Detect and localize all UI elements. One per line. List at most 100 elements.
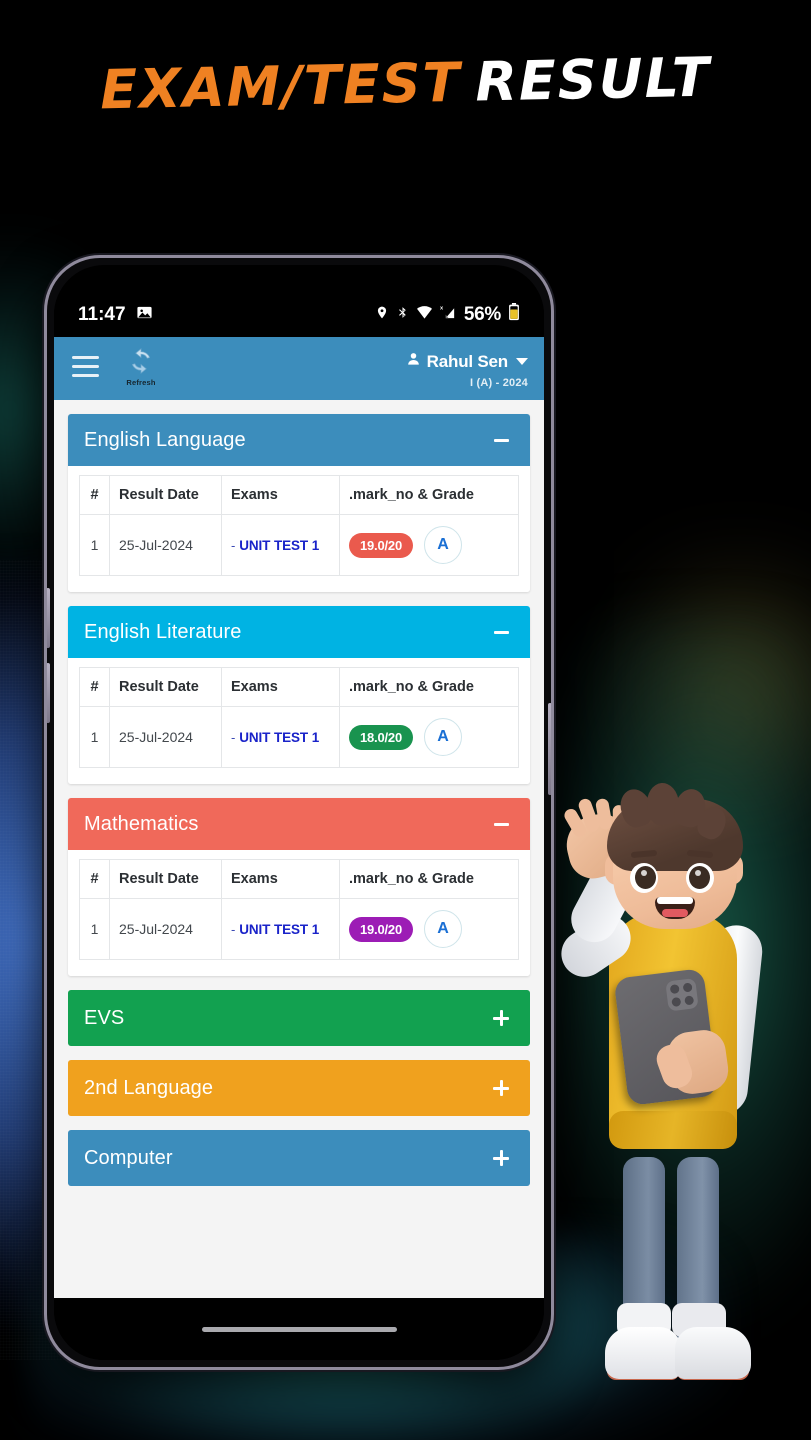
subject-name: Computer: [84, 1146, 173, 1169]
signal-icon: x: [440, 304, 457, 327]
chevron-down-icon[interactable]: [516, 358, 528, 365]
table-header-row: # Result Date Exams .mark_no & Grade: [79, 475, 519, 515]
subject-card: Computer: [68, 1130, 530, 1186]
exam-dash: -: [231, 538, 236, 553]
results-table: # Result Date Exams .mark_no & Grade 1 25-Jul…: [79, 859, 519, 960]
expand-plus-icon[interactable]: [488, 1005, 514, 1031]
subject-card: Mathematics # Result Date Exams .mark_no & G…: [68, 798, 530, 976]
battery-percent: 56%: [463, 304, 501, 325]
column-header: Result Date: [109, 475, 222, 515]
subject-card-body: # Result Date Exams .mark_no & Grade 1 25-Jul…: [68, 466, 530, 592]
subject-name: 2nd Language: [84, 1076, 214, 1099]
character-eye-glint-right: [695, 870, 701, 876]
subject-card-header[interactable]: English Literature: [68, 606, 530, 658]
page-title-part1: EXAM/TEST: [99, 50, 463, 122]
bluetooth-icon: [396, 304, 409, 327]
exam-cell: - UNIT TEST 1: [221, 706, 340, 768]
subject-name: English Language: [84, 428, 246, 451]
mark-badge: 18.0/20: [349, 724, 413, 750]
screenshot-stage: EXAM/TEST RESULT 11:47 x 56% Refresh Rah…: [0, 0, 811, 1440]
battery-icon: [508, 303, 520, 327]
refresh-button[interactable]: Refresh: [119, 347, 163, 387]
subject-name: EVS: [84, 1006, 125, 1029]
row-index: 1: [79, 706, 110, 768]
hamburger-menu-icon[interactable]: [72, 356, 99, 377]
grade-circle: A: [423, 910, 462, 948]
location-icon: [375, 304, 389, 327]
column-header: Result Date: [109, 667, 222, 707]
subject-card-header[interactable]: English Language: [68, 414, 530, 466]
user-menu[interactable]: Rahul Sen I (A) - 2024: [406, 343, 528, 389]
phone-mockup: 11:47 x 56% Refresh Rahul Sen I (A) - 20…: [44, 255, 554, 1370]
subject-card: English Language # Result Date Exams .mark_n…: [68, 414, 530, 592]
collapse-minus-icon[interactable]: [488, 811, 514, 837]
subject-card: English Literature # Result Date Exams .mark…: [68, 606, 530, 784]
wifi-icon: [416, 304, 433, 326]
table-row: 1 25-Jul-2024- UNIT TEST 1 19.0/20 A: [79, 898, 519, 960]
subject-card-header[interactable]: Mathematics: [68, 798, 530, 850]
expand-plus-icon[interactable]: [488, 1075, 514, 1101]
user-name: Rahul Sen: [426, 351, 509, 371]
character-shoe-right: [675, 1327, 751, 1379]
subject-card-header[interactable]: EVS: [68, 990, 530, 1046]
status-bar: 11:47 x 56%: [54, 293, 544, 337]
page-title-part2: RESULT: [474, 45, 712, 114]
exam-dash: -: [231, 730, 236, 745]
table-row: 1 25-Jul-2024- UNIT TEST 1 18.0/20 A: [79, 706, 519, 768]
grade-circle: A: [423, 526, 462, 564]
subject-card: EVS: [68, 990, 530, 1046]
table-header-row: # Result Date Exams .mark_no & Grade: [79, 667, 519, 707]
column-header: Exams: [221, 667, 340, 707]
expand-plus-icon[interactable]: [488, 1145, 514, 1171]
column-header: .mark_no & Grade: [339, 667, 519, 707]
column-header: Result Date: [109, 859, 222, 899]
table-row: 1 25-Jul-2024- UNIT TEST 1 19.0/20 A: [79, 514, 519, 576]
result-date: 25-Jul-2024: [109, 514, 222, 576]
refresh-icon: [126, 348, 156, 379]
system-navigation-bar: [54, 1298, 544, 1360]
volume-up-button[interactable]: [47, 588, 50, 648]
mark-grade-cell: 19.0/20 A: [339, 514, 519, 576]
row-index: 1: [79, 514, 110, 576]
power-button[interactable]: [548, 703, 551, 795]
row-index: 1: [79, 898, 110, 960]
app-screen: Refresh Rahul Sen I (A) - 2024 English L…: [54, 337, 544, 1298]
character-eye-glint-left: [641, 870, 647, 876]
column-header: #: [79, 859, 110, 899]
subject-card-header[interactable]: 2nd Language: [68, 1060, 530, 1116]
exam-cell: - UNIT TEST 1: [221, 898, 340, 960]
result-date: 25-Jul-2024: [109, 706, 222, 768]
results-table: # Result Date Exams .mark_no & Grade 1 25-Jul…: [79, 667, 519, 768]
page-title: EXAM/TEST RESULT: [0, 44, 811, 124]
image-icon: [136, 304, 153, 327]
user-class-label: I (A) - 2024: [469, 377, 528, 389]
character-shirt-hem: [609, 1111, 737, 1149]
results-table: # Result Date Exams .mark_no & Grade 1 25-Jul…: [79, 475, 519, 576]
exam-dash: -: [231, 922, 236, 937]
grade-circle: A: [423, 718, 462, 756]
phone-screen: 11:47 x 56% Refresh Rahul Sen I (A) - 20…: [54, 265, 544, 1360]
subject-card-header[interactable]: Computer: [68, 1130, 530, 1186]
subject-card-body: # Result Date Exams .mark_no & Grade 1 25-Jul…: [68, 850, 530, 976]
mark-badge: 19.0/20: [349, 916, 413, 942]
mark-badge: 19.0/20: [349, 532, 413, 558]
volume-down-button[interactable]: [47, 663, 50, 723]
refresh-label: Refresh: [126, 378, 156, 387]
collapse-minus-icon[interactable]: [488, 427, 514, 453]
status-time: 11:47: [78, 304, 126, 325]
subject-name: English Literature: [84, 620, 242, 643]
column-header: Exams: [221, 859, 340, 899]
exam-name-link[interactable]: UNIT TEST 1: [239, 730, 319, 745]
subject-card-list: English Language # Result Date Exams .mark_n…: [54, 400, 544, 1298]
svg-text:x: x: [440, 305, 444, 311]
held-phone-camera-icon: [665, 978, 699, 1012]
collapse-minus-icon[interactable]: [488, 619, 514, 645]
character-shoe-left: [605, 1327, 681, 1379]
home-indicator-bar[interactable]: [201, 1326, 397, 1332]
exam-name-link[interactable]: UNIT TEST 1: [239, 538, 319, 553]
column-header: .mark_no & Grade: [339, 475, 519, 515]
3d-boy-character: [552, 781, 811, 1440]
column-header: .mark_no & Grade: [339, 859, 519, 899]
column-header: #: [79, 475, 110, 515]
exam-name-link[interactable]: UNIT TEST 1: [239, 922, 319, 937]
